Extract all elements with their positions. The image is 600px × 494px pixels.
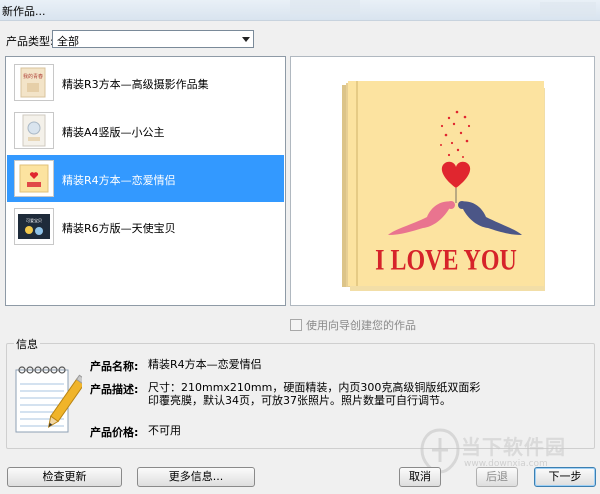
product-name: 精装R6方版—天使宝贝 bbox=[62, 222, 176, 235]
product-preview: I LOVE YOU bbox=[290, 56, 595, 306]
product-thumbnail bbox=[14, 112, 54, 149]
book-cover-preview: I LOVE YOU bbox=[342, 81, 545, 291]
product-thumbnail: 我的青春 bbox=[14, 64, 54, 101]
product-thumbnail: 可爱宝贝 bbox=[14, 208, 54, 245]
product-list-item[interactable]: 精装A4竖版—小公主 bbox=[7, 107, 284, 154]
notepad-icon bbox=[12, 360, 88, 438]
chevron-down-icon bbox=[242, 37, 250, 42]
cover-text: I LOVE YOU bbox=[375, 243, 517, 276]
info-name-value: 精装R4方本—恋爱情侣 bbox=[148, 358, 262, 371]
guide-checkbox[interactable] bbox=[290, 319, 302, 331]
product-name: 精装A4竖版—小公主 bbox=[62, 126, 165, 139]
more-info-button[interactable]: 更多信息... bbox=[137, 467, 255, 487]
next-button[interactable]: 下一步 bbox=[534, 467, 596, 487]
info-desc-value: 尺寸：210mmx210mm，硬面精装，内页300克高级铜版纸双面彩印覆亮膜，默… bbox=[148, 381, 481, 407]
window-title: 新作品... bbox=[2, 5, 46, 18]
info-price-key: 产品价格: bbox=[90, 426, 139, 439]
product-list[interactable]: 我的青春 精装R3方本—高级摄影作品集 精装A4竖版—小公主 精装R4方本—恋爱… bbox=[5, 56, 286, 306]
title-bar-blur bbox=[290, 0, 360, 14]
product-thumbnail bbox=[14, 160, 54, 197]
thumbnail-caption: 可爱宝贝 bbox=[26, 217, 42, 223]
product-list-item-selected[interactable]: 精装R4方本—恋爱情侣 bbox=[7, 155, 284, 202]
product-list-item[interactable]: 可爱宝贝 精装R6方版—天使宝贝 bbox=[7, 203, 284, 250]
info-desc-key: 产品描述: bbox=[90, 383, 139, 396]
product-type-label: 产品类型: bbox=[6, 35, 54, 48]
title-bar-blur bbox=[540, 2, 596, 16]
info-price-value: 不可用 bbox=[148, 424, 181, 437]
product-type-value: 全部 bbox=[57, 35, 79, 48]
check-update-button[interactable]: 检查更新 bbox=[7, 467, 122, 487]
guide-checkbox-row[interactable]: 使用向导创建您的作品 bbox=[290, 317, 416, 333]
guide-checkbox-label: 使用向导创建您的作品 bbox=[306, 319, 416, 332]
title-bar: 新作品... bbox=[0, 0, 600, 21]
product-list-item[interactable]: 我的青春 精装R3方本—高级摄影作品集 bbox=[7, 59, 284, 106]
back-button[interactable]: 后退 bbox=[476, 467, 518, 487]
product-type-select[interactable]: 全部 bbox=[52, 30, 254, 48]
product-name: 精装R4方本—恋爱情侣 bbox=[62, 174, 176, 187]
info-name-key: 产品名称: bbox=[90, 360, 139, 373]
info-group-legend: 信息 bbox=[14, 336, 40, 352]
cancel-button[interactable]: 取消 bbox=[399, 467, 441, 487]
thumbnail-caption: 我的青春 bbox=[23, 73, 43, 80]
product-name: 精装R3方本—高级摄影作品集 bbox=[62, 78, 209, 91]
